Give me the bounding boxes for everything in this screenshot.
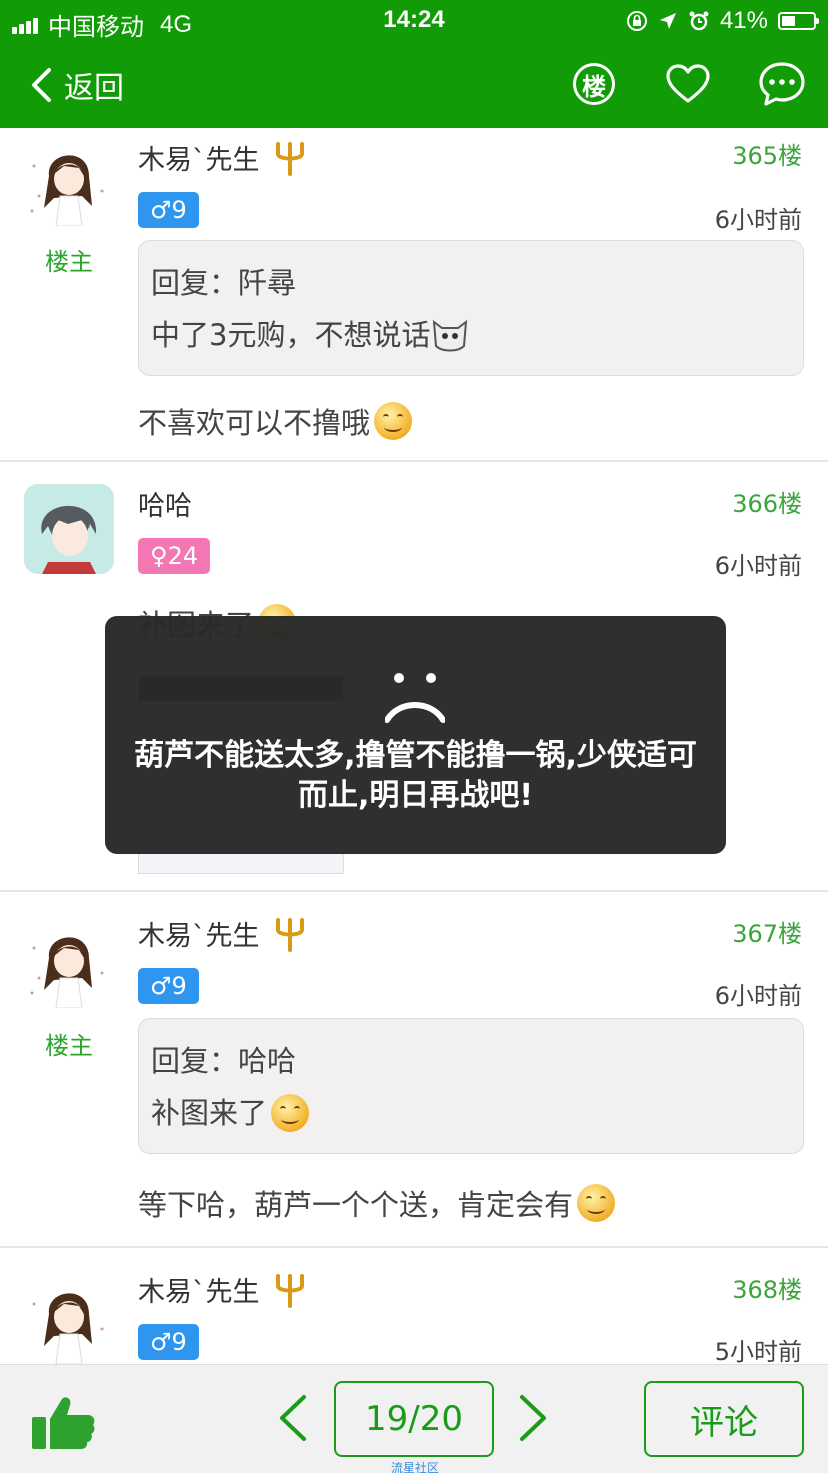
chevron-right-icon[interactable]	[516, 1393, 550, 1443]
heart-icon	[666, 64, 710, 103]
username[interactable]: 木易`先生	[138, 138, 308, 177]
post-time: 6小时前	[714, 206, 802, 234]
quote-line: 中了3元购，不想说话	[151, 318, 431, 352]
trident-icon	[275, 141, 304, 176]
reply-item: 楼主 木易`先生 365楼 ♂9 6小时前 回复：阡尋 中了3元购，不想说话 不…	[0, 128, 828, 462]
location-icon	[659, 13, 676, 29]
trident-icon	[275, 917, 304, 952]
post-time: 5小时前	[714, 1338, 802, 1364]
comment-button[interactable]: 评论	[644, 1381, 804, 1457]
cat-emoji-icon	[433, 319, 468, 352]
host-label: 楼主	[45, 1032, 93, 1060]
post-time: 6小时前	[714, 552, 802, 580]
host-label: 楼主	[45, 248, 93, 276]
quoted-reply: 回复：阡尋 中了3元购，不想说话	[138, 240, 804, 376]
reply-item: 木易`先生 368楼 ♂9 5小时前	[0, 1248, 828, 1364]
quote-line: 回复：哈哈	[151, 1044, 297, 1078]
quote-line: 补图来了	[151, 1096, 268, 1130]
level-badge: ♀24	[138, 538, 211, 574]
post-time: 6小时前	[714, 982, 802, 1010]
message-button[interactable]	[758, 60, 806, 108]
floor-number: 367楼	[732, 920, 802, 948]
smile-emoji-icon	[577, 1184, 616, 1222]
avatar[interactable]	[24, 1274, 114, 1364]
smile-emoji-icon	[374, 402, 413, 440]
avatar[interactable]	[24, 136, 114, 226]
reply-item: 楼主 木易`先生 367楼 ♂9 6小时前 回复：哈哈 补图来了 等下哈，葫芦一…	[0, 892, 828, 1248]
status-bar: 中国移动 4G 14:24 41%	[0, 0, 828, 42]
chevron-left-icon	[32, 68, 51, 102]
quoted-reply: 回复：哈哈 补图来了	[138, 1018, 804, 1154]
avatar[interactable]	[24, 484, 114, 574]
alarm-icon	[689, 11, 709, 31]
smile-emoji-icon	[271, 1094, 310, 1132]
username[interactable]: 木易`先生	[138, 914, 308, 953]
quote-line: 回复：阡尋	[151, 266, 297, 300]
username[interactable]: 哈哈	[138, 484, 192, 523]
sad-face-icon	[385, 673, 445, 723]
floor-number: 368楼	[732, 1276, 802, 1304]
thumbs-up-icon[interactable]	[30, 1395, 96, 1451]
watermark: 流星社区	[390, 1461, 439, 1475]
username[interactable]: 木易`先生	[138, 1270, 308, 1309]
back-button[interactable]: 返回	[30, 60, 124, 110]
post-content: 等下哈，葫芦一个个送，肯定会有	[138, 1182, 616, 1224]
chevron-left-icon[interactable]	[276, 1393, 310, 1443]
favorite-button[interactable]	[664, 60, 712, 108]
battery-icon	[778, 12, 819, 30]
page-indicator[interactable]: 19/20	[334, 1381, 494, 1457]
floor-number: 365楼	[732, 142, 802, 170]
level-badge: ♂9	[138, 968, 199, 1004]
level-badge: ♂9	[138, 192, 199, 228]
nav-bar: 返回 楼	[0, 42, 828, 128]
post-content: 不喜欢可以不撸哦	[138, 400, 413, 442]
rotation-lock-icon	[626, 11, 647, 31]
toast-text: 葫芦不能送太多,撸管不能撸一锅,少侠适可而止,明日再战吧!	[134, 738, 697, 813]
avatar[interactable]	[24, 918, 114, 1008]
level-badge: ♂9	[138, 1324, 199, 1360]
trident-icon	[275, 1273, 304, 1308]
back-label: 返回	[64, 71, 124, 106]
floor-number: 366楼	[732, 490, 802, 518]
toast-message: 葫芦不能送太多,撸管不能撸一锅,少侠适可而止,明日再战吧!	[105, 616, 726, 854]
floor-jump-button[interactable]: 楼	[570, 60, 618, 108]
bottom-toolbar: 19/20 评论 流星社区	[0, 1364, 828, 1475]
battery-percent: 41%	[719, 7, 768, 34]
chat-bubble-icon	[759, 62, 805, 106]
floor-icon: 楼	[573, 63, 615, 105]
